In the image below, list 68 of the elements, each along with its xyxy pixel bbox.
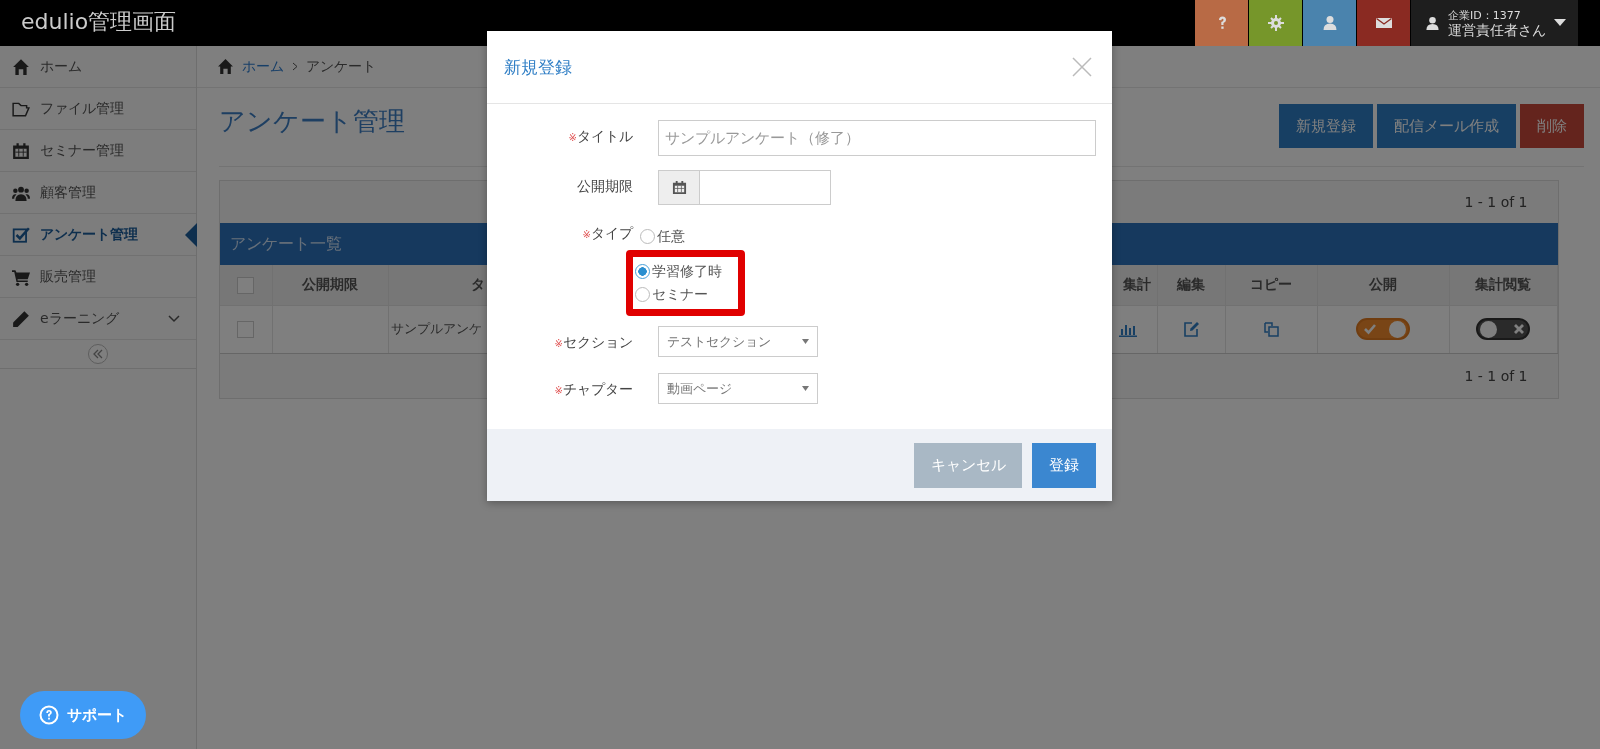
collapse-button[interactable] — [88, 344, 108, 364]
support-button[interactable]: サポート — [20, 691, 146, 739]
mail-icon — [1375, 15, 1392, 31]
calendar-icon — [671, 180, 687, 195]
checkbox[interactable] — [237, 276, 255, 294]
cancel-button[interactable]: キャンセル — [914, 442, 1022, 488]
radio-option[interactable]: 任意 — [640, 225, 691, 248]
settings-button[interactable] — [1249, 0, 1302, 46]
field-label: ※セクション — [554, 334, 633, 350]
caret-icon — [1554, 19, 1566, 27]
user-icon — [1321, 15, 1338, 31]
bar-chart-icon — [1118, 323, 1137, 338]
breadcrumb-current: アンケート — [306, 57, 376, 76]
user-name: 運営責任者さん — [1448, 23, 1546, 38]
toggle-switch[interactable] — [1356, 318, 1410, 341]
caption-text: アンケート一覧 — [230, 233, 342, 255]
date-field[interactable] — [658, 170, 831, 205]
toggle-switch[interactable] — [1476, 318, 1530, 341]
double-chevron-icon — [93, 349, 103, 359]
field-label: ※チャプター — [554, 381, 633, 397]
user-menu[interactable]: 企業ID：1377 運営責任者さん — [1411, 0, 1578, 46]
chevron-down-icon — [168, 314, 180, 323]
field-label: 公開期限 — [577, 178, 633, 194]
calendar-icon — [12, 141, 30, 160]
table-cell: サンプルアンケ — [390, 321, 482, 337]
company-id: 企業ID：1377 — [1448, 8, 1522, 23]
sidebar-item[interactable]: eラーニング — [0, 298, 196, 340]
action-button[interactable]: 新規登録 — [1278, 104, 1373, 148]
radio-option[interactable]: セミナー — [635, 283, 714, 306]
cart-icon — [12, 267, 30, 286]
field-label: ※タイトル — [568, 128, 633, 144]
settings-icon — [1267, 15, 1284, 31]
radio-option[interactable]: 学習修了時 — [635, 260, 728, 283]
select-field[interactable]: 動画ページ — [658, 373, 818, 404]
checkbox[interactable] — [237, 321, 255, 338]
sidebar-item[interactable]: セミナー管理 — [0, 130, 196, 172]
caret-down-icon — [802, 386, 809, 391]
user-icon — [1425, 15, 1440, 31]
submit-button[interactable]: 登録 — [1032, 442, 1096, 488]
app-title: edulio管理画面 — [20, 8, 177, 36]
sidebar-item[interactable]: 顧客管理 — [0, 172, 196, 214]
pagination-text: 1 - 1 of 1 — [1464, 194, 1528, 210]
page-title: アンケート管理 — [219, 105, 405, 138]
edit-icon — [1182, 321, 1200, 338]
checkbox-icon — [12, 225, 30, 244]
sidebar-item[interactable]: 販売管理 — [0, 256, 196, 298]
caret-down-icon — [802, 339, 809, 344]
dialog-title: 新規登録 — [504, 55, 572, 79]
delete-button[interactable]: 削除 — [1519, 104, 1584, 148]
mail-button[interactable] — [1357, 0, 1410, 46]
pencil-icon — [12, 309, 30, 328]
chevron-right-icon — [292, 62, 298, 71]
pagination-text: 1 - 1 of 1 — [1464, 368, 1528, 384]
action-button[interactable]: 配信メール作成 — [1376, 104, 1516, 148]
title-field[interactable]: サンプルアンケート（修了） — [658, 120, 1096, 156]
copy-icon — [1262, 321, 1280, 338]
home-icon — [12, 57, 30, 76]
home-icon — [217, 58, 234, 75]
breadcrumb-link[interactable]: ホーム — [242, 57, 284, 76]
close-icon — [1072, 57, 1092, 77]
select-field[interactable]: テストセクション — [658, 326, 818, 357]
checkmark-icon — [1364, 323, 1376, 336]
field-label: ※タイプ — [582, 225, 633, 241]
x-icon — [1513, 323, 1525, 336]
user-button[interactable] — [1303, 0, 1356, 46]
sidebar-item[interactable]: ファイル管理 — [0, 88, 196, 130]
sidebar-item[interactable]: ホーム — [0, 46, 196, 88]
help-circle-icon — [39, 705, 59, 725]
